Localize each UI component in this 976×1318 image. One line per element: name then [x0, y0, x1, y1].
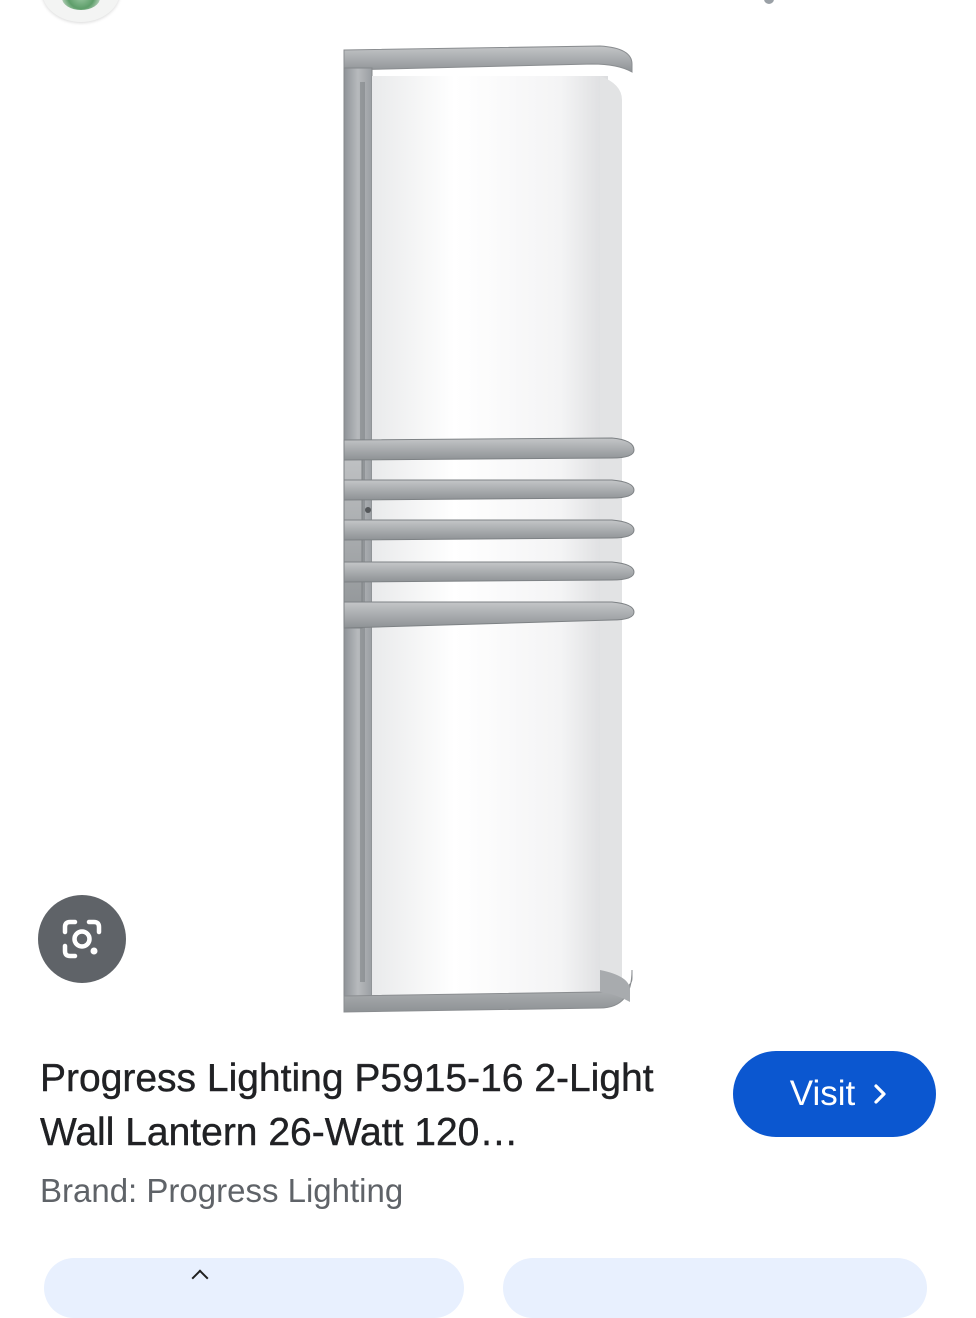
visit-button-label: Visit	[789, 1074, 856, 1113]
google-lens-icon	[62, 919, 102, 959]
action-chip-left[interactable]	[44, 1258, 464, 1318]
visit-button[interactable]: Visit	[733, 1051, 936, 1137]
product-image[interactable]	[300, 40, 660, 1030]
chevron-right-icon	[873, 1083, 887, 1105]
action-chip-right[interactable]	[503, 1258, 927, 1318]
product-title[interactable]: Progress Lighting P5915-16 2-Light Wall …	[40, 1052, 710, 1160]
more-options-icon[interactable]	[764, 0, 774, 4]
lens-search-button[interactable]	[38, 895, 126, 983]
product-brand: Brand: Progress Lighting	[40, 1172, 404, 1209]
chip-icon	[191, 1269, 209, 1287]
source-site-avatar[interactable]	[42, 0, 120, 22]
site-logo-icon	[62, 0, 100, 10]
